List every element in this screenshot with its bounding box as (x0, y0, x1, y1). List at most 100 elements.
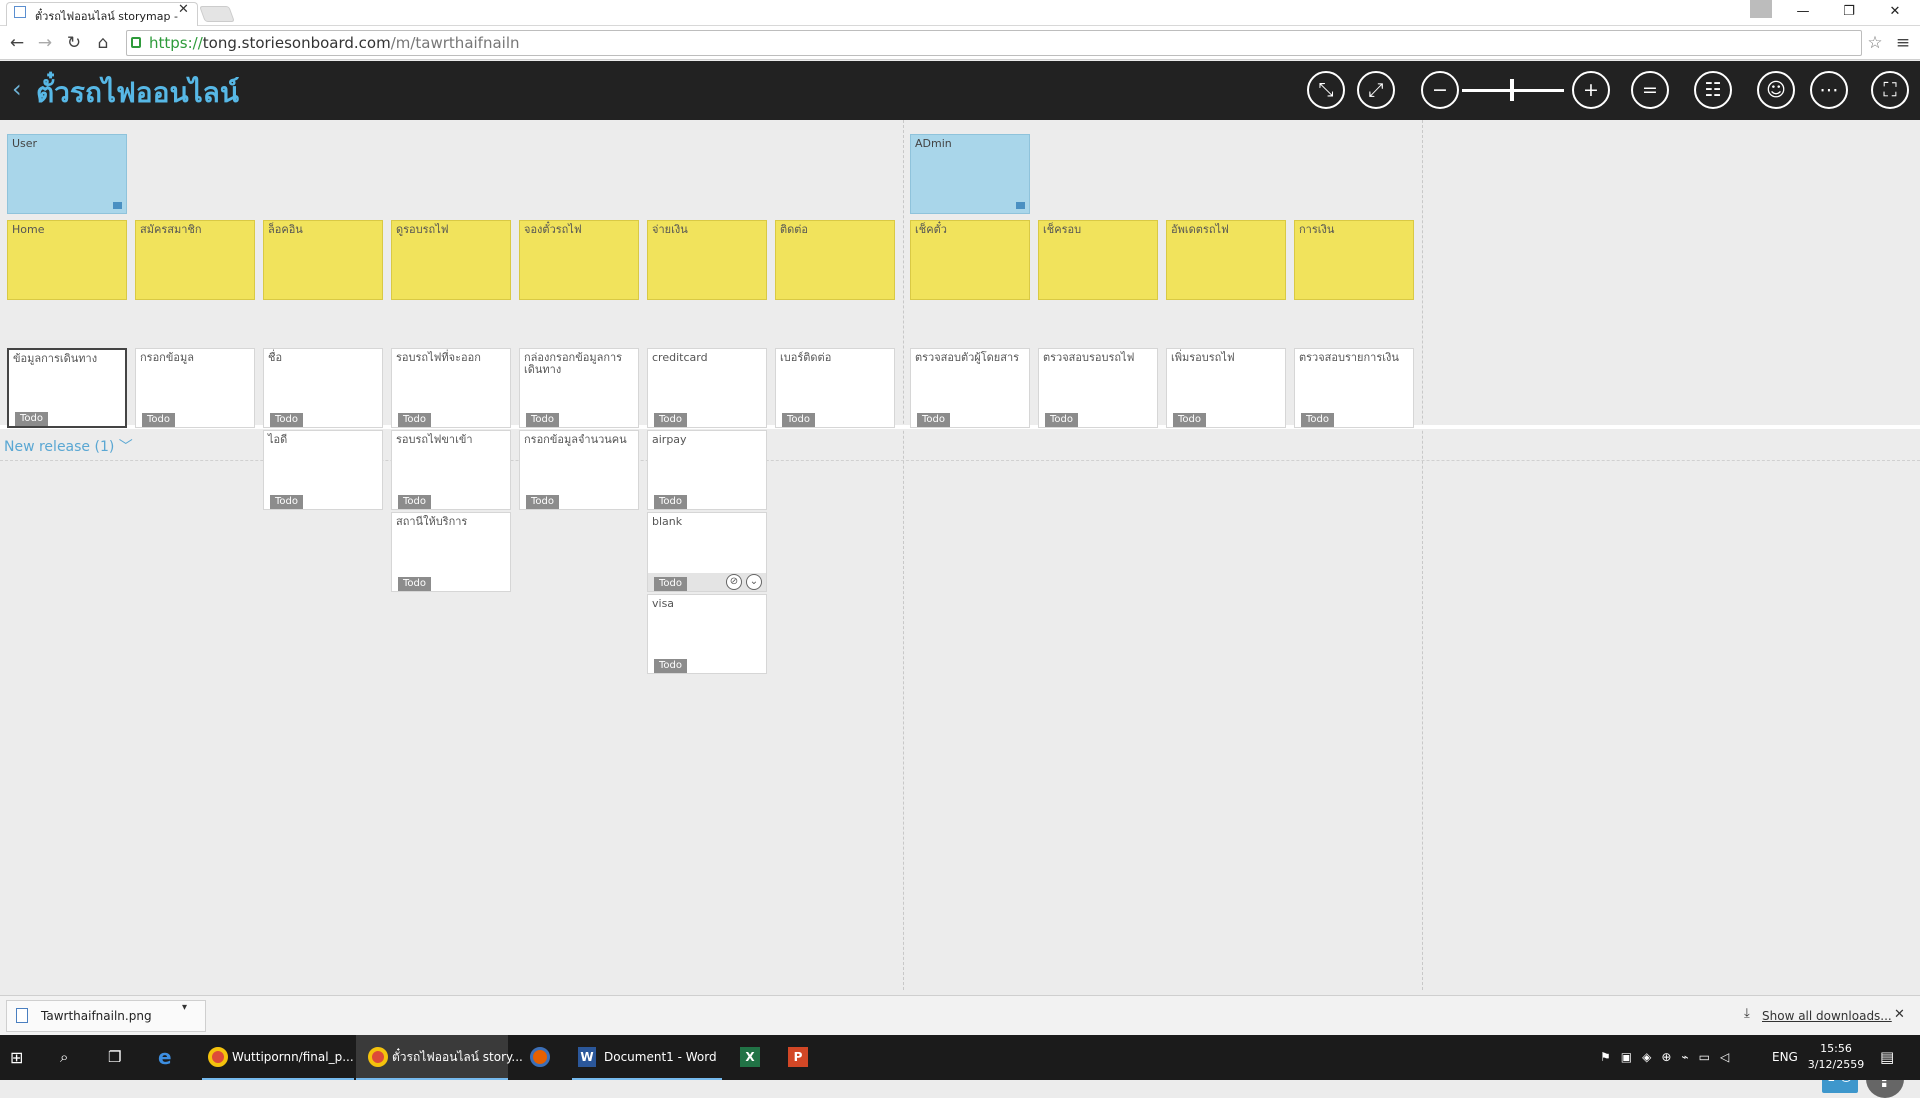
activity-card[interactable]: อัพเดตรถไฟ (1166, 220, 1286, 300)
story-card[interactable]: รอบรถไฟขาเข้า Todo (391, 430, 511, 510)
menu-icon[interactable]: ≡ (1892, 32, 1914, 54)
story-card[interactable]: airpay Todo (647, 430, 767, 510)
release-toggle[interactable]: New release (1) ﹀ (4, 436, 133, 456)
user-card[interactable]: ADmin (910, 134, 1030, 214)
clock[interactable]: 15:56 3/12/2559 (1806, 1041, 1866, 1073)
task-view-icon[interactable]: ❐ (108, 1035, 136, 1080)
status-badge[interactable]: Todo (270, 495, 303, 509)
status-badge[interactable]: Todo (1173, 413, 1206, 427)
edit-card-icon[interactable]: ⊘ (726, 574, 742, 590)
profile-icon[interactable] (1750, 0, 1772, 18)
story-card-label: creditcard (652, 351, 708, 364)
activity-card[interactable]: เช็คตั๋ว (910, 220, 1030, 300)
reload-icon[interactable]: ↻ (63, 32, 85, 54)
restore-icon[interactable]: ❐ (1826, 0, 1872, 24)
story-card[interactable]: สถานีให้บริการ Todo (391, 512, 511, 592)
search-icon[interactable]: ⌕ (60, 1035, 88, 1080)
back-icon[interactable]: ← (6, 32, 28, 54)
start-icon[interactable]: ⊞ (10, 1035, 38, 1080)
story-card[interactable]: รอบรถไฟที่จะออก Todo (391, 348, 511, 428)
user-card[interactable]: User (7, 134, 127, 214)
releases-icon[interactable]: = (1631, 71, 1669, 109)
story-card[interactable]: creditcard Todo (647, 348, 767, 428)
forward-icon[interactable]: → (34, 32, 56, 54)
zoom-in-icon[interactable]: + (1572, 71, 1610, 109)
card-menu-chevron-icon[interactable]: ⌄ (746, 574, 762, 590)
activity-card[interactable]: ดูรอบรถไฟ (391, 220, 511, 300)
close-downloads-icon[interactable]: ✕ (1894, 1007, 1905, 1022)
activity-card[interactable]: การเงิน (1294, 220, 1414, 300)
bookmark-star-icon[interactable]: ☆ (1864, 32, 1886, 54)
note-icon (113, 202, 122, 209)
status-badge[interactable]: Todo (654, 495, 687, 509)
url-input[interactable]: https://tong.storiesonboard.com/m/tawrth… (126, 30, 1862, 56)
story-card[interactable]: เบอร์ติดต่อ Todo (775, 348, 895, 428)
more-icon[interactable]: ⋯ (1810, 71, 1848, 109)
story-card[interactable]: ชื่อ Todo (263, 348, 383, 428)
browser-tab[interactable]: ตั๋วรถไฟออนไลน์ storymap - (6, 2, 198, 26)
powerpoint-icon[interactable]: P (788, 1047, 808, 1067)
minimize-icon[interactable]: — (1780, 0, 1826, 24)
status-badge[interactable]: Todo (142, 413, 175, 427)
url-host: tong.storiesonboard.com (202, 34, 391, 52)
edge-icon[interactable]: e (158, 1035, 186, 1080)
story-card[interactable]: กล่องกรอกข้อมูลการเดินทาง Todo (519, 348, 639, 428)
story-card[interactable]: visa Todo (647, 594, 767, 674)
download-menu-chevron-icon[interactable]: ▾ (182, 1002, 187, 1013)
status-badge[interactable]: Todo (917, 413, 950, 427)
status-badge[interactable]: Todo (398, 577, 431, 591)
status-badge[interactable]: Todo (782, 413, 815, 427)
tab-close-icon[interactable]: ✕ (178, 2, 189, 17)
story-card[interactable]: กรอกข้อมูลจำนวนคน Todo (519, 430, 639, 510)
story-card-label: ข้อมูลการเดินทาง (13, 352, 98, 365)
activity-card[interactable]: Home (7, 220, 127, 300)
story-card[interactable]: ข้อมูลการเดินทาง Todo (7, 348, 127, 428)
home-icon[interactable]: ⌂ (92, 32, 114, 54)
activity-card[interactable]: สมัครสมาชิก (135, 220, 255, 300)
zoom-slider-handle[interactable] (1510, 79, 1514, 101)
story-card[interactable]: กรอกข้อมูล Todo (135, 348, 255, 428)
expand-icon[interactable]: ⤢ (1357, 71, 1395, 109)
activity-card-label: อัพเดตรถไฟ (1171, 223, 1229, 236)
activity-card-label: ติดต่อ (780, 223, 809, 236)
status-badge[interactable]: Todo (654, 413, 687, 427)
excel-icon[interactable]: X (740, 1047, 760, 1067)
status-badge[interactable]: Todo (270, 413, 303, 427)
show-all-downloads-link[interactable]: Show all downloads... (1762, 1009, 1892, 1023)
activity-card[interactable]: จ่ายเงิน (647, 220, 767, 300)
activity-card[interactable]: จองตั๋วรถไฟ (519, 220, 639, 300)
status-badge[interactable]: Todo (654, 659, 687, 673)
new-tab-button[interactable] (199, 6, 235, 22)
back-to-maps-icon[interactable]: ‹ (12, 75, 22, 103)
status-badge[interactable]: Todo (398, 495, 431, 509)
story-card[interactable]: เพิ่มรอบรถไฟ Todo (1166, 348, 1286, 428)
status-badge[interactable]: Todo (1045, 413, 1078, 427)
status-badge[interactable]: Todo (398, 413, 431, 427)
storymap-title[interactable]: ตั๋วรถไฟออนไลน์ (36, 71, 239, 115)
notification-icon[interactable]: ▤ (1880, 1035, 1894, 1080)
activity-card[interactable]: ติดต่อ (775, 220, 895, 300)
status-badge[interactable]: Todo (15, 412, 48, 426)
collapse-icon[interactable]: ⤡ (1307, 71, 1345, 109)
story-card[interactable]: blank Todo ⊘ ⌄ (647, 512, 767, 592)
tray-icons[interactable]: ⚑▣◈⊕⌁▭◁ (1600, 1035, 1739, 1080)
download-item[interactable]: Tawrthaifnailn.png (6, 1000, 206, 1032)
firefox-icon[interactable] (530, 1047, 550, 1067)
zoom-out-icon[interactable]: − (1421, 71, 1459, 109)
user-icon[interactable]: ☺ (1757, 71, 1795, 109)
story-card[interactable]: ตรวจสอบรายการเงิน Todo (1294, 348, 1414, 428)
status-badge[interactable]: Todo (526, 495, 559, 509)
story-card[interactable]: ตรวจสอบตัวผู้โดยสาร Todo (910, 348, 1030, 428)
language-indicator[interactable]: ENG (1772, 1035, 1798, 1080)
activity-card[interactable]: ล็อคอิน (263, 220, 383, 300)
status-badge[interactable]: Todo (526, 413, 559, 427)
status-badge[interactable]: Todo (654, 577, 687, 591)
fullscreen-icon[interactable]: ⛶ (1871, 71, 1909, 109)
story-card[interactable]: ตรวจสอบรอบรถไฟ Todo (1038, 348, 1158, 428)
backlog-icon[interactable]: ☷ (1694, 71, 1732, 109)
story-card-label: ชื่อ (268, 351, 283, 364)
close-window-icon[interactable]: ✕ (1872, 0, 1918, 24)
status-badge[interactable]: Todo (1301, 413, 1334, 427)
story-card[interactable]: ไอดี Todo (263, 430, 383, 510)
activity-card[interactable]: เช็ครอบ (1038, 220, 1158, 300)
